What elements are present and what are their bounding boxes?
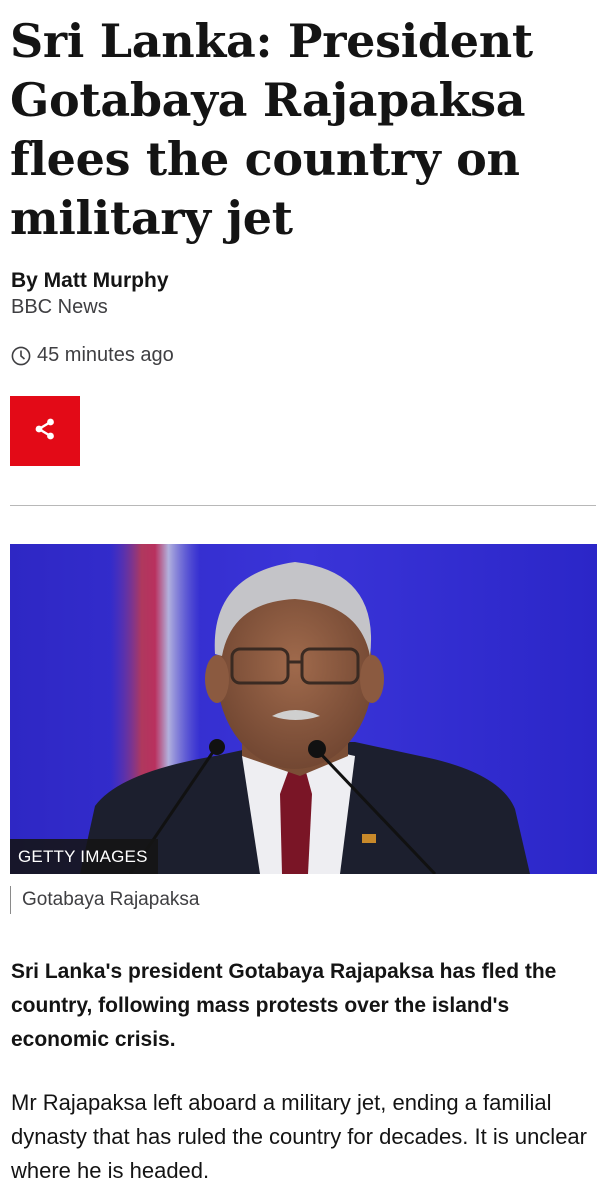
image-caption: Gotabaya Rajapaksa [10, 886, 199, 914]
image-credit: GETTY IMAGES [10, 839, 158, 874]
article-timestamp: 45 minutes ago [11, 344, 174, 367]
article-lede: Sri Lanka's president Gotabaya Rajapaksa… [11, 960, 557, 1051]
article-paragraph: Mr Rajapaksa left aboard a military jet,… [11, 1090, 587, 1183]
section-divider [10, 505, 596, 506]
byline: By Matt Murphy BBC News [11, 268, 169, 320]
president-photo [10, 544, 597, 874]
hero-image[interactable]: GETTY IMAGES [10, 544, 597, 874]
share-button[interactable] [10, 396, 80, 466]
byline-organisation: BBC News [11, 296, 108, 318]
timestamp-text: 45 minutes ago [37, 344, 174, 366]
share-icon [33, 417, 57, 446]
clock-icon [11, 346, 31, 366]
article-headline: Sri Lanka: President Gotabaya Rajapaksa … [10, 14, 533, 245]
byline-author[interactable]: By Matt Murphy [11, 268, 169, 294]
